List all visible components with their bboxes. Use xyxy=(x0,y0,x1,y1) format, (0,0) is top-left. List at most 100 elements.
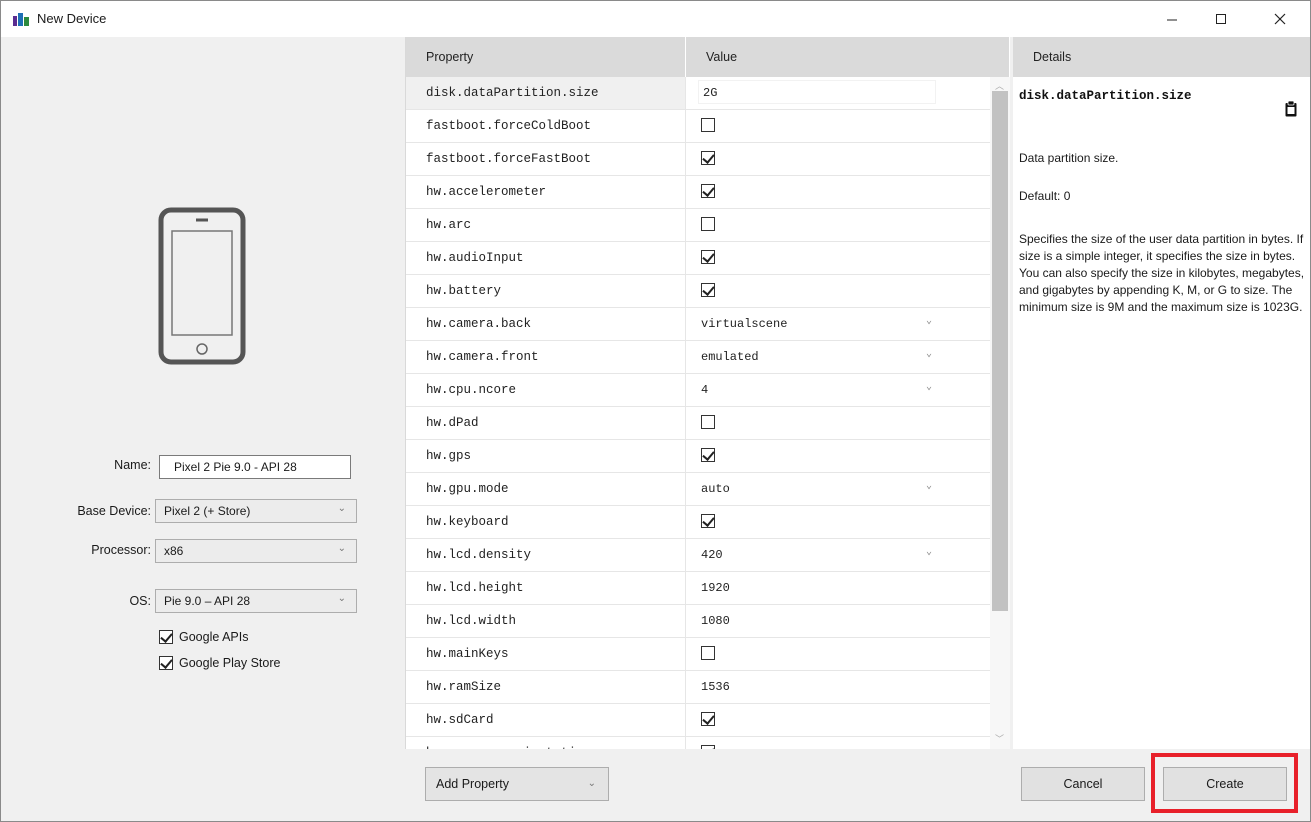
property-value-cell[interactable]: 1080 xyxy=(686,605,990,637)
table-row[interactable]: hw.ramSize 1536 xyxy=(406,671,990,704)
property-name-cell[interactable]: hw.mainKeys xyxy=(406,638,686,670)
property-value-cell[interactable]: emulated ⌄ xyxy=(686,341,990,373)
table-row[interactable]: hw.lcd.height 1920 xyxy=(406,572,990,605)
property-value-cell[interactable] xyxy=(686,275,990,307)
property-name-cell[interactable]: hw.cpu.ncore xyxy=(406,374,686,406)
property-name-cell[interactable]: fastboot.forceFastBoot xyxy=(406,143,686,175)
property-name-cell[interactable]: disk.dataPartition.size xyxy=(406,77,686,109)
table-row[interactable]: hw.sensors.orientation xyxy=(406,737,990,749)
property-name-cell[interactable]: hw.gps xyxy=(406,440,686,472)
scroll-down-icon[interactable]: ﹀ xyxy=(995,732,1004,745)
property-value-cell[interactable]: 2G xyxy=(686,77,990,109)
table-row[interactable]: hw.sdCard xyxy=(406,704,990,737)
table-row[interactable]: fastboot.forceColdBoot xyxy=(406,110,990,143)
property-column-header[interactable]: Property xyxy=(406,37,686,77)
property-name-cell[interactable]: hw.dPad xyxy=(406,407,686,439)
checkbox-checked-icon[interactable] xyxy=(701,514,715,528)
property-value-cell[interactable] xyxy=(686,506,990,538)
table-row[interactable]: hw.lcd.density 420 ⌄ xyxy=(406,539,990,572)
property-value-cell[interactable] xyxy=(686,143,990,175)
property-value-cell[interactable] xyxy=(686,110,990,142)
property-value-cell[interactable] xyxy=(686,638,990,670)
checkbox-checked-icon[interactable] xyxy=(701,151,715,165)
property-name-cell[interactable]: hw.gpu.mode xyxy=(406,473,686,505)
base-device-select[interactable]: Pixel 2 (+ Store) ⌄ xyxy=(155,499,357,523)
property-value-cell[interactable] xyxy=(686,176,990,208)
table-row[interactable]: hw.camera.back virtualscene ⌄ xyxy=(406,308,990,341)
checkbox-checked-icon[interactable] xyxy=(701,745,715,749)
property-value-cell[interactable] xyxy=(686,242,990,274)
property-name-cell[interactable]: hw.sdCard xyxy=(406,704,686,736)
chevron-down-icon[interactable]: ⌄ xyxy=(926,315,932,327)
vertical-scrollbar[interactable]: ︿ ﹀ xyxy=(990,77,1010,749)
processor-select[interactable]: x86 ⌄ xyxy=(155,539,357,563)
device-form-panel: Name: Pixel 2 Pie 9.0 - API 28 Base Devi… xyxy=(1,37,405,821)
property-value-cell[interactable] xyxy=(686,737,990,749)
table-row[interactable]: fastboot.forceFastBoot xyxy=(406,143,990,176)
property-name-cell[interactable]: hw.audioInput xyxy=(406,242,686,274)
checkbox-checked-icon[interactable] xyxy=(701,250,715,264)
table-row[interactable]: hw.gps xyxy=(406,440,990,473)
property-value-cell[interactable]: 1536 xyxy=(686,671,990,703)
property-name-cell[interactable]: hw.lcd.height xyxy=(406,572,686,604)
property-name-cell[interactable]: hw.lcd.density xyxy=(406,539,686,571)
table-row[interactable]: hw.lcd.width 1080 xyxy=(406,605,990,638)
scrollbar-thumb[interactable] xyxy=(992,91,1008,611)
table-row[interactable]: hw.gpu.mode auto ⌄ xyxy=(406,473,990,506)
table-row[interactable]: hw.accelerometer xyxy=(406,176,990,209)
value-column-header[interactable]: Value xyxy=(686,37,1010,77)
clipboard-icon[interactable] xyxy=(1285,101,1297,117)
property-name-cell[interactable]: hw.accelerometer xyxy=(406,176,686,208)
checkbox-checked-icon[interactable] xyxy=(701,448,715,462)
table-row[interactable]: hw.mainKeys xyxy=(406,638,990,671)
close-button[interactable] xyxy=(1257,1,1303,37)
google-apis-checkbox[interactable]: Google APIs xyxy=(159,628,249,646)
checkbox-unchecked-icon[interactable] xyxy=(701,415,715,429)
property-name-cell[interactable]: hw.camera.back xyxy=(406,308,686,340)
table-row[interactable]: hw.camera.front emulated ⌄ xyxy=(406,341,990,374)
property-name-cell[interactable]: hw.arc xyxy=(406,209,686,241)
property-name-cell[interactable]: hw.camera.front xyxy=(406,341,686,373)
property-value-cell[interactable]: auto ⌄ xyxy=(686,473,990,505)
checkbox-unchecked-icon[interactable] xyxy=(701,217,715,231)
property-value-cell[interactable]: 420 ⌄ xyxy=(686,539,990,571)
property-name-cell[interactable]: hw.sensors.orientation xyxy=(406,737,686,749)
table-row[interactable]: disk.dataPartition.size 2G xyxy=(406,77,990,110)
property-value-cell[interactable] xyxy=(686,209,990,241)
table-row[interactable]: hw.dPad xyxy=(406,407,990,440)
chevron-down-icon[interactable]: ⌄ xyxy=(926,480,932,492)
minimize-button[interactable] xyxy=(1149,1,1195,37)
checkbox-checked-icon[interactable] xyxy=(701,712,715,726)
table-row[interactable]: hw.keyboard xyxy=(406,506,990,539)
property-value-cell[interactable]: virtualscene ⌄ xyxy=(686,308,990,340)
property-name-cell[interactable]: hw.ramSize xyxy=(406,671,686,703)
name-field[interactable]: Pixel 2 Pie 9.0 - API 28 xyxy=(159,455,351,479)
create-highlight-box xyxy=(1151,753,1298,813)
cancel-button[interactable]: Cancel xyxy=(1021,767,1145,801)
add-property-button[interactable]: Add Property ⌄ xyxy=(425,767,609,801)
property-name-cell[interactable]: hw.keyboard xyxy=(406,506,686,538)
chevron-down-icon[interactable]: ⌄ xyxy=(926,381,932,393)
property-value-cell[interactable] xyxy=(686,407,990,439)
checkbox-checked-icon[interactable] xyxy=(701,184,715,198)
table-row[interactable]: hw.battery xyxy=(406,275,990,308)
table-row[interactable]: hw.arc xyxy=(406,209,990,242)
table-row[interactable]: hw.cpu.ncore 4 ⌄ xyxy=(406,374,990,407)
value-text-input[interactable]: 2G xyxy=(698,80,936,104)
chevron-down-icon[interactable]: ⌄ xyxy=(926,348,932,360)
chevron-down-icon[interactable]: ⌄ xyxy=(926,546,932,558)
checkbox-unchecked-icon[interactable] xyxy=(701,118,715,132)
table-row[interactable]: hw.audioInput xyxy=(406,242,990,275)
checkbox-checked-icon[interactable] xyxy=(701,283,715,297)
google-play-store-checkbox[interactable]: Google Play Store xyxy=(159,654,280,672)
property-value-cell[interactable] xyxy=(686,440,990,472)
maximize-button[interactable] xyxy=(1198,1,1244,37)
property-name-cell[interactable]: fastboot.forceColdBoot xyxy=(406,110,686,142)
os-select[interactable]: Pie 9.0 – API 28 ⌄ xyxy=(155,589,357,613)
property-name-cell[interactable]: hw.battery xyxy=(406,275,686,307)
property-name-cell[interactable]: hw.lcd.width xyxy=(406,605,686,637)
property-value-cell[interactable]: 4 ⌄ xyxy=(686,374,990,406)
property-value-cell[interactable] xyxy=(686,704,990,736)
property-value-cell[interactable]: 1920 xyxy=(686,572,990,604)
checkbox-unchecked-icon[interactable] xyxy=(701,646,715,660)
